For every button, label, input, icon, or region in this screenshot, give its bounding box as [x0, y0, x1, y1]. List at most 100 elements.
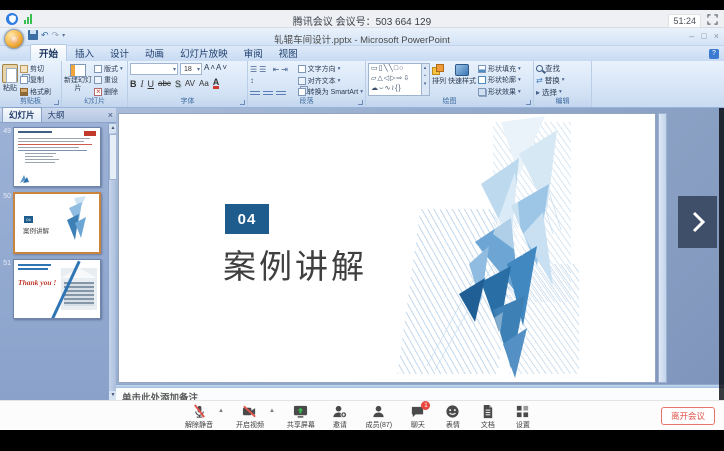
- tab-slides-thumbnails[interactable]: 幻灯片: [2, 107, 42, 122]
- cut-button[interactable]: 剪切: [20, 64, 51, 74]
- next-slide-button[interactable]: [678, 196, 717, 248]
- shape-outline-button[interactable]: 形状轮廓▾: [478, 75, 521, 85]
- minimize-button[interactable]: –: [689, 31, 694, 41]
- change-case-button[interactable]: Aa: [199, 79, 209, 88]
- toolbar-members[interactable]: 成员(87): [362, 404, 396, 430]
- tab-view[interactable]: 视图: [271, 45, 306, 61]
- slide-thumbnail-50-selected[interactable]: 04 案例讲解: [13, 192, 101, 254]
- text-shadow-button[interactable]: S: [175, 79, 181, 89]
- emoji-icon: [445, 404, 460, 419]
- toolbar-settings[interactable]: 设置: [510, 404, 536, 430]
- delete-icon: [94, 88, 102, 96]
- list-indent-buttons[interactable]: ☰☰ ⇤⇥ ↕: [250, 64, 296, 86]
- slide-thumbnail-51[interactable]: Thank you !: [13, 259, 101, 319]
- drawing-dialog-launcher-icon[interactable]: [526, 100, 531, 105]
- window-title: 轧辊车间设计.pptx - Microsoft PowerPoint: [0, 32, 724, 46]
- restore-button[interactable]: □: [701, 31, 706, 41]
- layout-icon: [94, 65, 102, 73]
- quick-styles-button[interactable]: 快速样式: [448, 63, 476, 98]
- tab-home[interactable]: 开始: [30, 44, 67, 61]
- office-button[interactable]: [4, 29, 24, 49]
- ribbon-group-drawing: ▭▯╲╲□○ ▱△◁▷⇨⇩ ☁⌣∿≀{} ▴▪▾ 排列 快速样式 形状填: [366, 61, 534, 107]
- font-name-select[interactable]: ▾: [130, 63, 178, 75]
- tab-insert[interactable]: 插入: [67, 45, 102, 61]
- layout-button[interactable]: 版式▾: [94, 64, 123, 74]
- strikethrough-button[interactable]: abc: [158, 79, 171, 88]
- tab-review[interactable]: 审阅: [236, 45, 271, 61]
- replace-button[interactable]: ⇄替换▾: [536, 75, 564, 86]
- character-spacing-button[interactable]: AV: [185, 79, 195, 88]
- shapes-gallery[interactable]: ▭▯╲╲□○ ▱△◁▷⇨⇩ ☁⌣∿≀{} ▴▪▾: [368, 63, 430, 96]
- font-dialog-launcher-icon[interactable]: [240, 100, 245, 105]
- leave-meeting-button[interactable]: 离开会议: [661, 407, 715, 425]
- notes-pane[interactable]: 单击此处添加备注: [116, 388, 724, 400]
- delete-button[interactable]: 删除: [94, 87, 123, 97]
- close-panel-icon[interactable]: ×: [108, 110, 113, 120]
- slide-editor-area: 04 案例讲解: [116, 108, 724, 400]
- underline-button[interactable]: U: [148, 79, 155, 89]
- select-button[interactable]: ▸选择▾: [536, 87, 564, 98]
- font-color-button[interactable]: A: [213, 78, 220, 89]
- microphone-muted-icon: [192, 404, 207, 419]
- copy-icon: [20, 76, 28, 84]
- chat-badge: 1: [421, 401, 430, 410]
- ribbon-group-slides: 新建幻灯片 版式▾ 重设 删除 幻灯片: [62, 61, 128, 107]
- toolbar-share-screen[interactable]: 共享屏幕: [284, 404, 318, 430]
- find-button[interactable]: 查找: [536, 63, 564, 74]
- smartart-icon: [298, 88, 306, 96]
- mic-options-caret[interactable]: ▲: [218, 408, 224, 414]
- tab-animations[interactable]: 动画: [137, 45, 172, 61]
- ribbon-group-paragraph: ☰☰ ⇤⇥ ↕ 文字方向▾ 对齐文本▾ 转换为 SmartArt▾ 段落: [248, 61, 366, 107]
- ribbon-group-clipboard: 粘贴 剪切 复制 格式刷 剪贴板: [0, 61, 62, 107]
- slide-crystal-graphic: [423, 114, 573, 383]
- shape-outline-icon: [478, 76, 486, 84]
- cut-icon: [20, 65, 28, 73]
- members-icon: [371, 404, 386, 419]
- format-painter-button[interactable]: 格式刷: [20, 87, 51, 97]
- arrange-button[interactable]: 排列: [432, 63, 446, 98]
- paragraph-dialog-launcher-icon[interactable]: [358, 100, 363, 105]
- font-size-select[interactable]: 18▾: [180, 63, 202, 75]
- camera-off-icon: [242, 404, 257, 419]
- new-slide-button[interactable]: 新建幻灯片: [64, 63, 92, 98]
- shape-effects-icon: [478, 88, 486, 96]
- copy-button[interactable]: 复制: [20, 75, 51, 85]
- align-text-button[interactable]: 对齐文本▾: [298, 76, 363, 86]
- share-screen-icon: [293, 404, 308, 419]
- slide-vertical-scrollbar[interactable]: [658, 113, 667, 383]
- tab-outline[interactable]: 大纲: [42, 108, 71, 122]
- clipboard-dialog-launcher-icon[interactable]: [54, 100, 59, 105]
- grow-shrink-font-buttons[interactable]: A˄A˅: [204, 63, 228, 75]
- shape-fill-button[interactable]: 形状填充▾: [478, 64, 521, 74]
- ribbon: 粘贴 剪切 复制 格式刷 剪贴板 新建幻灯片: [0, 61, 724, 108]
- slide-thumbnail-49[interactable]: [13, 127, 101, 187]
- toolbar-invite[interactable]: 邀请: [327, 404, 353, 430]
- text-direction-button[interactable]: 文字方向▾: [298, 64, 363, 74]
- invite-person-icon: [332, 404, 347, 419]
- toolbar-reactions[interactable]: 表情: [440, 404, 466, 430]
- toolbar-docs[interactable]: 文档: [475, 404, 501, 430]
- toolbar-unmute[interactable]: 解除静音: [182, 404, 216, 430]
- bold-button[interactable]: B: [130, 79, 137, 89]
- close-button[interactable]: ×: [714, 31, 719, 41]
- powerpoint-window: ↶ ↷ ▾ 轧辊车间设计.pptx - Microsoft PowerPoint…: [0, 28, 724, 400]
- convert-smartart-button[interactable]: 转换为 SmartArt▾: [298, 87, 363, 97]
- chat-icon: 1: [410, 404, 425, 419]
- ribbon-group-editing: 查找 ⇄替换▾ ▸选择▾ 编辑: [534, 61, 592, 107]
- reset-button[interactable]: 重设: [94, 75, 123, 85]
- italic-button[interactable]: I: [141, 79, 144, 89]
- paste-button[interactable]: 粘贴: [2, 63, 18, 98]
- camera-options-caret[interactable]: ▲: [269, 408, 275, 414]
- thumbnails-scrollbar[interactable]: ▲ ▼: [108, 124, 116, 400]
- slide-section-badge: 04: [225, 204, 269, 234]
- shapes-gallery-scrollbar[interactable]: ▴▪▾: [421, 64, 429, 95]
- format-painter-icon: [20, 88, 28, 96]
- tab-design[interactable]: 设计: [102, 45, 137, 61]
- toolbar-start-video[interactable]: 开启视频: [233, 404, 267, 430]
- arrange-icon: [432, 64, 446, 76]
- shape-effects-button[interactable]: 形状效果▾: [478, 87, 521, 97]
- toolbar-chat[interactable]: 1 聊天: [405, 404, 431, 430]
- help-icon[interactable]: ?: [709, 49, 719, 59]
- tab-slideshow[interactable]: 幻灯片放映: [172, 45, 236, 61]
- current-slide-canvas[interactable]: 04 案例讲解: [118, 113, 656, 383]
